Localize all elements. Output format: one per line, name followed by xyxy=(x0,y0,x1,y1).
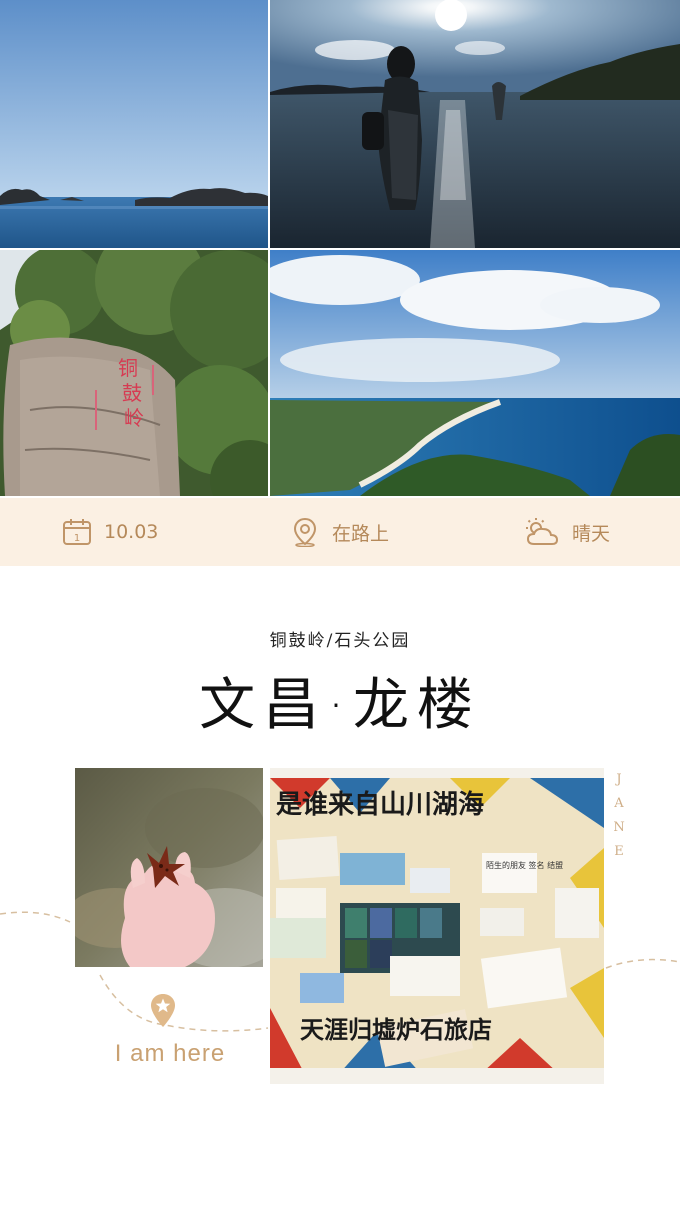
info-bar: 1 10.03 在路上 晴天 xyxy=(0,498,680,566)
woman-in-water-sunset-photo xyxy=(270,0,680,248)
subtitle: 铜鼓岭/石头公园 xyxy=(269,631,411,651)
i-am-here-label: I am here xyxy=(114,1040,226,1067)
sea-rocks-photo xyxy=(0,0,268,248)
weather-text: 晴天 xyxy=(572,522,611,545)
svg-text:鼓: 鼓 xyxy=(122,381,142,405)
jane-vertical-label: JANE xyxy=(612,768,626,864)
page-title: 文昌·龙楼 xyxy=(199,673,481,738)
svg-text:陌生的朋友 签名 结盟: 陌生的朋友 签名 结盟 xyxy=(486,860,563,870)
location-pin-icon xyxy=(290,517,320,547)
svg-text:岭: 岭 xyxy=(124,406,144,430)
calendar-icon: 1 xyxy=(62,518,92,546)
starfish-in-hand-photo xyxy=(75,768,263,967)
jane-letter: J xyxy=(616,772,622,787)
svg-text:是谁来自山川湖海: 是谁来自山川湖海 xyxy=(276,789,484,820)
partly-cloudy-icon xyxy=(522,517,560,547)
jane-letter: N xyxy=(613,820,625,835)
coastline-aerial-photo xyxy=(270,250,680,496)
svg-text:铜: 铜 xyxy=(118,356,138,380)
postcard-wall-photo: 是谁来自山川湖海 陌生的朋友 签名 结盟 天涯归墟炉石旅店 xyxy=(270,768,604,1084)
star-pin-icon xyxy=(151,994,175,1027)
date-text: 10.03 xyxy=(104,521,159,543)
svg-text:天涯归墟炉石旅店: 天涯归墟炉石旅店 xyxy=(300,1016,492,1044)
location-text: 在路上 xyxy=(332,522,390,545)
postcard-wall-bottom-text: 天涯归墟炉石旅店 xyxy=(300,1016,492,1044)
carved-rock-forest-photo: 铜 鼓 岭 xyxy=(0,250,268,496)
location-info: 在路上 xyxy=(290,498,389,566)
postcard-wall-top-text: 是谁来自山川湖海 xyxy=(276,789,484,820)
jane-letter: A xyxy=(614,796,624,811)
date-info: 1 10.03 xyxy=(62,498,158,566)
jane-letter: E xyxy=(614,844,624,859)
svg-text:1: 1 xyxy=(74,533,80,544)
weather-info: 晴天 xyxy=(522,498,610,566)
